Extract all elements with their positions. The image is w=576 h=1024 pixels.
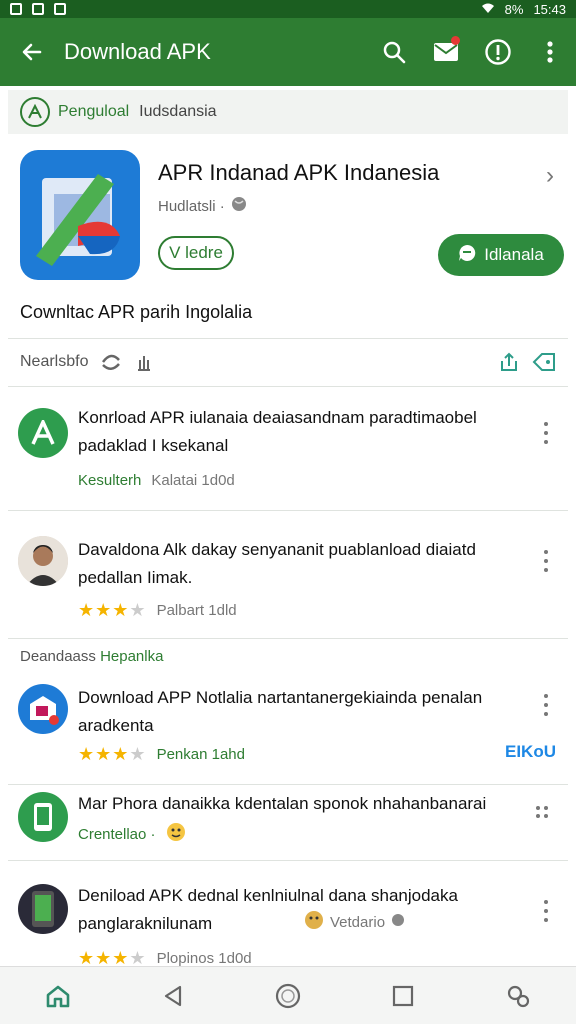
divider xyxy=(8,338,568,339)
breadcrumb[interactable]: Penguloal Iudsdansia xyxy=(8,90,568,134)
list-item-meta-inline: Vetdario xyxy=(304,910,405,934)
emoji-icon xyxy=(304,910,324,934)
globe-icon xyxy=(231,196,247,216)
share-icon[interactable] xyxy=(498,351,520,373)
chat-bubble-icon xyxy=(458,244,476,267)
divider xyxy=(8,510,568,511)
more-vert-icon[interactable] xyxy=(536,694,556,716)
breadcrumb-label[interactable]: Penguloal xyxy=(58,103,129,121)
list-item-date: Plopinos 1d0d xyxy=(156,950,252,967)
more-vert-icon[interactable] xyxy=(536,900,556,922)
list-item-tag: Vetdario xyxy=(330,913,386,931)
list-item[interactable]: Konrload APR iulanaia deaiasandnam parad… xyxy=(8,396,568,508)
app-subtitle: Hudlatsli · xyxy=(158,196,247,216)
avatar xyxy=(18,684,68,734)
list-item-text: Konrload APR iulanaia deaiasandnam parad… xyxy=(78,408,477,455)
list-item-tag: Kesulterh xyxy=(78,472,142,489)
avatar xyxy=(18,408,68,458)
meta-row: Nearlsbfo xyxy=(8,340,568,384)
recents-icon[interactable] xyxy=(373,971,433,1021)
notification-icon xyxy=(10,3,22,15)
info-icon[interactable] xyxy=(472,18,524,86)
more-grid-icon[interactable] xyxy=(536,806,556,818)
status-bar: 8% 15:43 xyxy=(0,0,576,18)
chevron-right-icon[interactable]: › xyxy=(546,162,554,190)
home-icon[interactable] xyxy=(28,971,88,1021)
rating-stars: ★★★★ xyxy=(78,744,147,764)
primary-action-button[interactable]: Idlanala xyxy=(438,234,564,276)
back-arrow-icon[interactable] xyxy=(0,18,64,86)
refresh-icon[interactable] xyxy=(100,353,122,371)
section-header-label: Deandaass xyxy=(20,648,96,665)
wifi-icon xyxy=(481,2,495,17)
list-item-date: Kalatai 1d0d xyxy=(151,472,235,489)
app-bar: Download APK xyxy=(0,18,576,86)
clock: 15:43 xyxy=(533,1,566,17)
app-subtitle-text: Hudlatsli · xyxy=(158,197,225,215)
emoji-icon xyxy=(166,822,186,846)
app-title: APR Indanad APK Indanesia xyxy=(158,160,440,185)
rating-stars: ★★★★ xyxy=(78,600,147,620)
divider xyxy=(8,386,568,387)
brand-logo-icon xyxy=(20,97,50,127)
list-item[interactable]: Download APP Notlalia nartantanergekiain… xyxy=(8,674,568,784)
list-item-tag: Crentellao · xyxy=(78,825,156,843)
list-item-meta: Kesulterh Kalatai 1d0d xyxy=(78,472,235,489)
mail-icon[interactable] xyxy=(420,18,472,86)
app-hero-card: APR Indanad APK Indanesia › Hudlatsli · … xyxy=(8,134,568,334)
list-item-text: Deniload APK dednal kenlniulnal dana sha… xyxy=(78,886,458,933)
list-item[interactable]: Davaldona Alk dakay senyananit puablanlo… xyxy=(8,524,568,636)
list-item-text: Download APP Notlalia nartantanergekiain… xyxy=(78,688,483,735)
hand-icon[interactable] xyxy=(134,352,154,372)
app-description: Cownltac APR parih Ingolalia xyxy=(20,302,253,322)
notification-icon xyxy=(54,3,66,15)
list-item-date: Palbart 1dld xyxy=(156,602,237,619)
avatar xyxy=(18,792,68,842)
more-vert-icon[interactable] xyxy=(536,550,556,572)
version-pill[interactable]: V ledre xyxy=(158,236,234,270)
bottom-navigation xyxy=(0,966,576,1024)
notification-icon xyxy=(32,3,44,15)
app-icon[interactable] xyxy=(20,150,140,280)
list-item-tag: EIKoU xyxy=(505,742,556,761)
more-vert-icon[interactable] xyxy=(524,18,576,86)
list-item-date: Penkan 1ahd xyxy=(156,746,245,763)
section-header-link[interactable]: Hepanlka xyxy=(100,648,163,665)
list-item-meta: Crentellao · xyxy=(78,822,186,846)
list-item-meta: ★★★★ Penkan 1ahd xyxy=(78,744,245,765)
search-icon[interactable] xyxy=(368,18,420,86)
globe-icon xyxy=(391,913,405,931)
avatar xyxy=(18,536,68,586)
settings-icon[interactable] xyxy=(488,971,548,1021)
notification-dot xyxy=(451,36,460,45)
list-item-meta: ★★★★ Palbart 1dld xyxy=(78,600,237,621)
more-vert-icon[interactable] xyxy=(536,422,556,444)
tag-icon[interactable] xyxy=(532,352,556,372)
avatar xyxy=(18,884,68,934)
page-title: Download APK xyxy=(64,39,211,64)
breadcrumb-sub: Iudsdansia xyxy=(139,103,217,120)
battery-label: 8% xyxy=(504,1,524,17)
divider xyxy=(8,860,568,861)
list-item[interactable]: Mar Phora danaikka kdentalan sponok nhah… xyxy=(8,790,568,858)
primary-action-label: Idlanala xyxy=(484,245,544,264)
list-item[interactable]: Deniload APK dednal kenlniulnal dana sha… xyxy=(8,874,568,968)
divider xyxy=(8,784,568,785)
circle-home-icon[interactable] xyxy=(258,971,318,1021)
list-item-text: Mar Phora danaikka kdentalan sponok nhah… xyxy=(78,794,487,813)
back-icon[interactable] xyxy=(143,971,203,1021)
meta-label: Nearlsbfo xyxy=(20,353,89,370)
section-header: Deandaass Hepanlka xyxy=(20,648,163,665)
divider xyxy=(8,638,568,639)
list-item-text: Davaldona Alk dakay senyananit puablanlo… xyxy=(78,540,476,587)
